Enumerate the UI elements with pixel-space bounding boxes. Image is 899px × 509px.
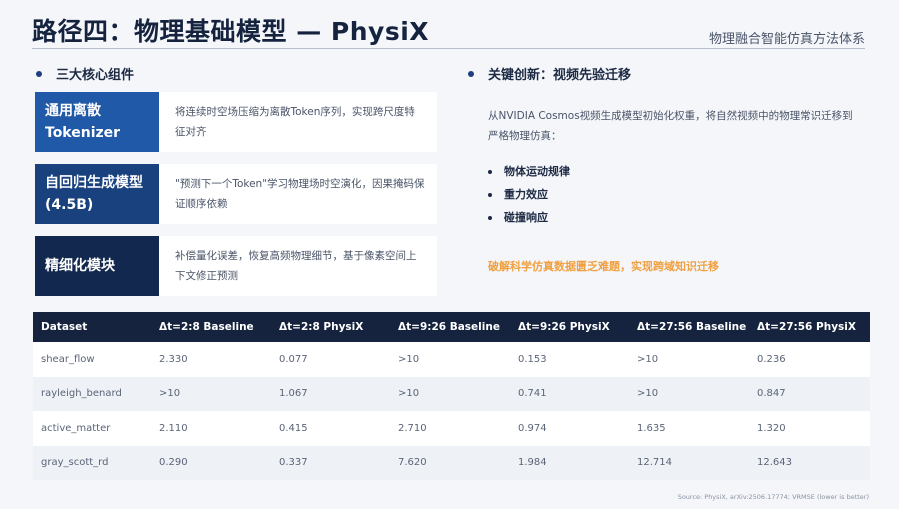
slide-header: 路径四：物理基础模型 — PhysiX 物理融合智能仿真方法体系 — [0, 0, 899, 50]
table-cell: 1.635 — [637, 422, 666, 434]
table-cell: 12.643 — [757, 457, 792, 469]
table-cell: 0.337 — [279, 457, 308, 469]
table-cell: 12.714 — [637, 457, 672, 469]
components-heading: 三大核心组件 — [36, 64, 134, 83]
column-header: Δt=2:8 Baseline — [159, 321, 254, 333]
bullet-icon — [488, 192, 492, 197]
table-cell: 0.290 — [159, 457, 188, 469]
column-header: Δt=2:8 PhysiX — [279, 321, 364, 333]
table-cell: 0.236 — [757, 353, 786, 365]
component-label: 精细化模块 — [35, 236, 159, 296]
table-cell: 0.415 — [279, 422, 308, 434]
component-label-line1: 自回归生成模型 — [45, 175, 143, 191]
component-card-refinement: 精细化模块 补偿量化误差，恢复高频物理细节，基于像素空间上下文修正预测 — [35, 236, 437, 296]
bullet-dot-icon — [36, 70, 42, 77]
component-description: 补偿量化误差，恢复高频物理细节，基于像素空间上下文修正预测 — [159, 236, 437, 296]
component-label-line1: 通用离散 — [45, 103, 101, 119]
table-cell: rayleigh_benard — [41, 388, 122, 400]
component-label-line2: Tokenizer — [45, 125, 121, 141]
component-label: 自回归生成模型 (4.5B) — [35, 164, 159, 224]
bullet-icon — [488, 169, 492, 174]
table-cell: shear_flow — [41, 353, 95, 365]
list-item: 物体运动规律 — [488, 160, 848, 183]
table-row: rayleigh_benard >10 1.067 >10 0.741 >10 … — [33, 376, 870, 411]
table-cell: 0.153 — [518, 353, 547, 365]
header-divider — [32, 48, 865, 49]
page-subtitle: 物理融合智能仿真方法体系 — [708, 32, 865, 47]
table-cell: 2.330 — [159, 353, 188, 365]
table-row: active_matter 2.110 0.415 2.710 0.974 1.… — [33, 411, 870, 446]
component-description: "预测下一个Token"学习物理场时空演化，因果掩码保证顺序依赖 — [159, 164, 437, 224]
table-cell: gray_scott_rd — [41, 457, 109, 469]
page-title: 路径四：物理基础模型 — PhysiX — [32, 17, 430, 46]
table-cell: >10 — [637, 353, 659, 365]
table-cell: 2.710 — [398, 422, 427, 434]
bullet-dot-icon — [468, 70, 474, 77]
table-cell: 1.984 — [518, 457, 547, 469]
table-header-row: Dataset Δt=2:8 Baseline Δt=2:8 PhysiX Δt… — [33, 312, 870, 342]
list-item-text: 重力效应 — [504, 188, 548, 201]
table-cell: 1.320 — [757, 422, 786, 434]
table-cell: >10 — [159, 388, 181, 400]
innovation-heading: 关键创新：视频先验迁移 — [468, 64, 631, 83]
table-cell: active_matter — [41, 422, 111, 434]
column-header: Dataset — [41, 321, 88, 333]
table-cell: 7.620 — [398, 457, 427, 469]
list-item: 碰撞响应 — [488, 206, 848, 229]
column-header: Δt=9:26 Baseline — [398, 321, 500, 333]
component-label-line1: 精细化模块 — [45, 258, 115, 274]
results-table-container: Dataset Δt=2:8 Baseline Δt=2:8 PhysiX Δt… — [33, 312, 870, 480]
column-header: Δt=27:56 Baseline — [637, 321, 747, 333]
table-cell: 0.847 — [757, 388, 786, 400]
table-row: shear_flow 2.330 0.077 >10 0.153 >10 0.2… — [33, 342, 870, 377]
table-cell: >10 — [637, 388, 659, 400]
table-cell: >10 — [398, 388, 420, 400]
list-item-text: 碰撞响应 — [504, 211, 548, 224]
bullet-icon — [488, 215, 492, 220]
component-card-autoregressive: 自回归生成模型 (4.5B) "预测下一个Token"学习物理场时空演化，因果掩… — [35, 164, 437, 224]
results-table: Dataset Δt=2:8 Baseline Δt=2:8 PhysiX Δt… — [33, 312, 870, 480]
components-heading-text: 三大核心组件 — [56, 68, 135, 83]
source-note: Source: PhysiX, arXiv:2506.17774; VRMSE … — [677, 493, 869, 501]
innovation-highlight: 破解科学仿真数据匮乏难题，实现跨域知识迁移 — [488, 260, 719, 273]
component-label: 通用离散 Tokenizer — [35, 92, 159, 152]
table-cell: 0.077 — [279, 353, 308, 365]
table-cell: 0.741 — [518, 388, 547, 400]
component-label-line2: (4.5B) — [45, 197, 94, 213]
innovation-intro: 从NVIDIA Cosmos视频生成模型初始化权重，将自然视频中的物理常识迁移到… — [488, 110, 853, 142]
column-header: Δt=27:56 PhysiX — [757, 321, 856, 333]
table-cell: 0.974 — [518, 422, 547, 434]
table-cell: >10 — [398, 353, 420, 365]
component-card-tokenizer: 通用离散 Tokenizer 将连续时空场压缩为离散Token序列，实现跨尺度特… — [35, 92, 437, 152]
component-description: 将连续时空场压缩为离散Token序列，实现跨尺度特征对齐 — [159, 92, 437, 152]
innovation-bullet-list: 物体运动规律 重力效应 碰撞响应 — [488, 160, 848, 229]
list-item: 重力效应 — [488, 183, 848, 206]
list-item-text: 物体运动规律 — [504, 165, 570, 178]
table-row: gray_scott_rd 0.290 0.337 7.620 1.984 12… — [33, 445, 870, 480]
column-header: Δt=9:26 PhysiX — [518, 321, 610, 333]
table-cell: 1.067 — [279, 388, 308, 400]
innovation-heading-text: 关键创新：视频先验迁移 — [488, 68, 632, 83]
table-cell: 2.110 — [159, 422, 188, 434]
